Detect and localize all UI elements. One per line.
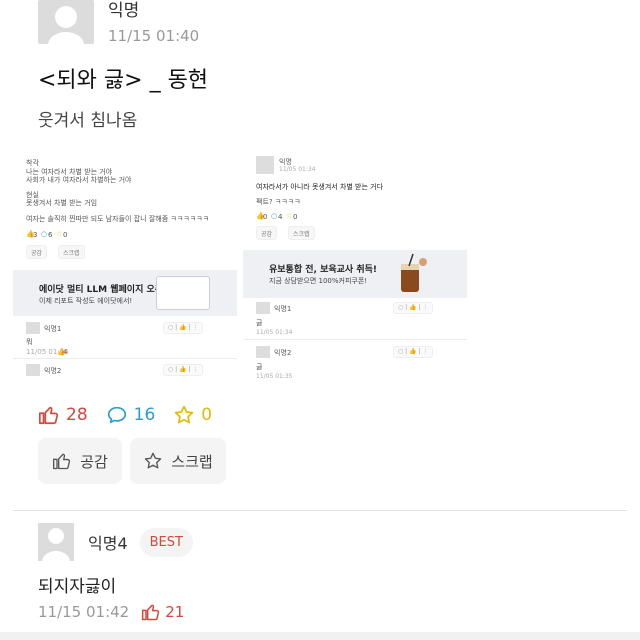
shot-left-comment-avatar — [26, 322, 40, 334]
comment-count-item: 16 — [106, 404, 156, 426]
shot-right-comment-actions[interactable]: ○ | 👍 | ⋮ — [393, 302, 434, 314]
comment-header: 익명4 BEST — [38, 523, 193, 561]
post-title: <되와 긇> _ 동현 — [38, 68, 209, 93]
comment-text: 되지자긇이 — [38, 577, 117, 597]
embedded-screenshot-left[interactable]: 착각 나는 여자라서 차별 받는 거야 사회가 내가 여자라서 차별하는 거야 … — [13, 152, 237, 380]
shot-right-time: 11/05 01:34 — [279, 166, 316, 173]
shot-right-comment-time: 11/05 01:34 — [256, 329, 293, 336]
shot-right-comment-avatar — [256, 302, 270, 314]
shot-left-comment-avatar — [26, 364, 40, 376]
scrap-button-label: 스크랩 — [171, 452, 213, 471]
shot-left-separator — [13, 358, 237, 359]
author-avatar[interactable] — [38, 0, 94, 44]
shot-right-ad-banner[interactable]: 유보통합 전, 보육교사 취득! 지금 상담받으면 100%커피쿠폰! — [243, 250, 467, 298]
shot-left-star-icon: ☆ — [56, 230, 63, 238]
shot-left-like-button[interactable]: 공감 — [26, 245, 48, 259]
shot-left-comment-actions[interactable]: ○ | 👍 | ⋮ — [163, 364, 204, 376]
laptop-illustration — [156, 276, 210, 310]
comment-author[interactable]: 익명4 — [88, 530, 128, 554]
shot-left-banner-sub: 이제 리포트 작성도 에이닷에서! — [39, 297, 133, 305]
shot-left-comment-author: 익명1 — [44, 325, 62, 333]
shot-left-comment-actions[interactable]: ○ | 👍 | ⋮ — [163, 322, 204, 334]
best-badge: BEST — [139, 527, 193, 557]
scrap-button[interactable]: 스크랩 — [130, 438, 226, 484]
shot-left-ad-banner[interactable]: 에이닷 멀티 LLM 웹페이지 오픈! 이제 리포트 작성도 에이닷에서! — [13, 270, 237, 316]
post-header: 익명 11/15 01:40 — [38, 0, 199, 45]
star-icon — [175, 405, 194, 424]
shot-left-comment-likes: 4 — [63, 348, 68, 356]
comment-count: 16 — [133, 405, 156, 425]
thumbs-up-icon — [142, 604, 160, 621]
shot-right-comment-icon: ○ — [271, 212, 278, 220]
shot-right-comment-text: 긇 — [256, 363, 263, 371]
shot-left-comment-count: 6 — [48, 231, 53, 239]
shot-right-comment-text: 긇 — [256, 319, 263, 327]
scrap-count: 0 — [201, 405, 213, 425]
like-button-label: 공감 — [80, 452, 108, 471]
shot-left-line: 사회가 내가 여자라서 차별하는 거야 — [26, 176, 132, 184]
star-icon — [145, 452, 162, 469]
embedded-screenshot-right[interactable]: 익명 11/05 01:34 여자라서가 아니라 못생겨서 차별 받는 거다 팩… — [243, 152, 467, 380]
comment-like-count: 21 — [165, 603, 185, 621]
like-button[interactable]: 공감 — [38, 438, 122, 484]
like-count: 28 — [66, 405, 88, 425]
post-author[interactable]: 익명 — [108, 0, 199, 21]
shot-right-title: 여자라서가 아니라 못생겨서 차별 받는 거다 — [256, 183, 384, 191]
shot-left-line: 못생겨서 차별 받는 거임 — [26, 199, 98, 207]
shot-left-comment-icon: ○ — [41, 230, 48, 238]
comment-likes[interactable]: 21 — [141, 602, 184, 622]
shot-left-comment-author: 익명2 — [44, 367, 62, 375]
shot-right-star-icon: ☆ — [286, 212, 293, 220]
shot-right-avatar — [256, 156, 274, 174]
section-divider — [13, 510, 627, 511]
post-reactions: 28 16 0 — [38, 404, 230, 426]
shot-right-scrap-count: 0 — [293, 213, 298, 221]
shot-left-banner-title: 에이닷 멀티 LLM 웹페이지 오픈! — [39, 285, 168, 295]
shot-right-comment-count: 4 — [278, 213, 283, 221]
post-body: 웃겨서 침나옴 — [38, 111, 138, 131]
shot-right-comment-time: 11/05 01:35 — [256, 373, 293, 380]
thumbs-up-icon — [39, 406, 59, 425]
shot-right-like-button[interactable]: 공감 — [256, 226, 278, 240]
scrap-count-item: 0 — [173, 404, 212, 426]
shot-left-scrap-button[interactable]: 스크랩 — [58, 245, 85, 259]
like-count-item: 28 — [38, 404, 88, 426]
shot-right-scrap-button[interactable]: 스크랩 — [288, 226, 315, 240]
speech-bubble-icon — [107, 406, 126, 424]
comment-datetime: 11/15 01:42 — [38, 603, 130, 621]
shot-left-comment-text: 뭐 — [26, 338, 33, 346]
shot-left-scrap-count: 0 — [63, 231, 68, 239]
comment-footer: 11/15 01:42 21 — [38, 602, 184, 622]
shot-right-comment-avatar — [256, 346, 270, 358]
iced-coffee-illustration — [401, 253, 427, 292]
shot-right-comment-actions[interactable]: ○ | 👍 | ⋮ — [393, 346, 434, 358]
shot-right-banner-sub: 지금 상담받으면 100%커피쿠폰! — [269, 277, 368, 285]
shot-left-like-count: 3 — [33, 231, 38, 239]
shot-right-comment-author: 익명2 — [274, 349, 292, 357]
bottom-bar — [0, 632, 640, 640]
shot-left-line: 여자는 솔직히 찐따만 되도 남자들이 잡니 잘해줌 ㅋㅋㅋㅋㅋㅋ — [26, 215, 210, 223]
thumbs-up-icon — [53, 453, 71, 470]
shot-right-body: 팩트? ㅋㅋㅋㅋ — [256, 198, 301, 206]
shot-right-comment-author: 익명1 — [274, 305, 292, 313]
post-datetime: 11/15 01:40 — [108, 27, 200, 45]
shot-right-like-count: 0 — [263, 213, 268, 221]
post-meta: 익명 11/15 01:40 — [108, 0, 199, 45]
comment-avatar[interactable] — [38, 523, 74, 561]
shot-right-separator — [243, 339, 467, 340]
shot-right-banner-title: 유보통합 전, 보육교사 취득! — [269, 265, 378, 275]
